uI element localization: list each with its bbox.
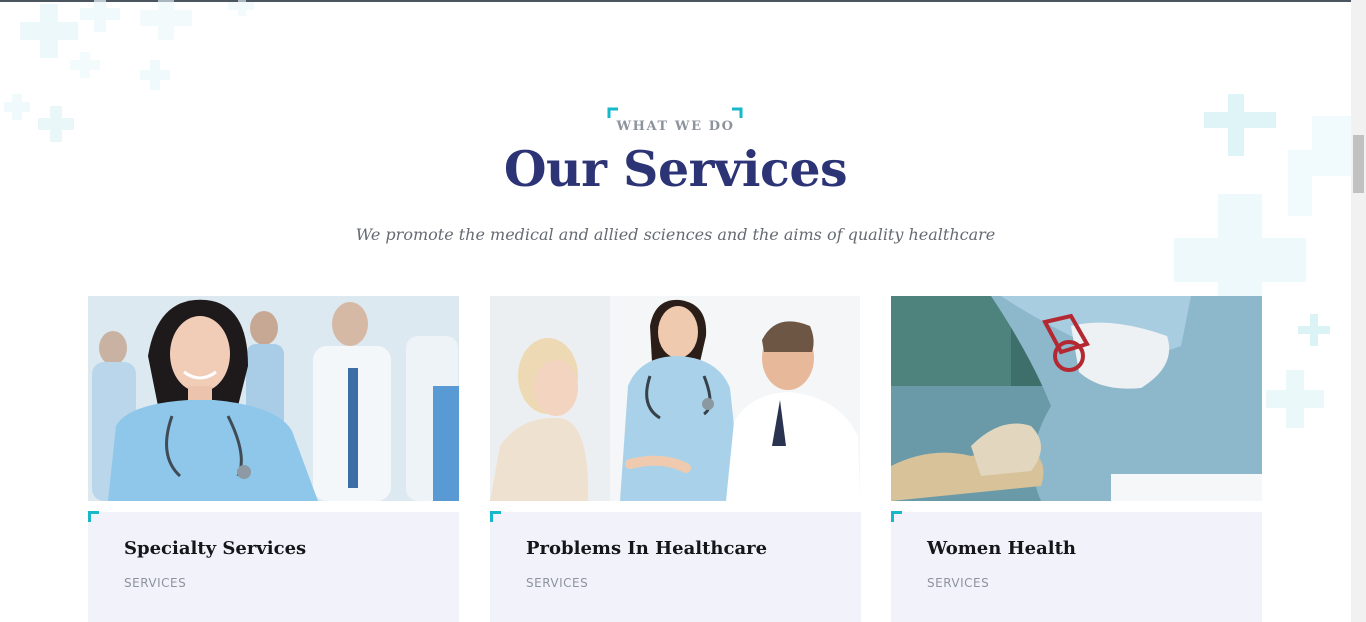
card-title[interactable]: Problems In Healthcare bbox=[526, 538, 767, 559]
section-eyebrow: WHAT WE DO bbox=[616, 119, 735, 134]
card-category[interactable]: SERVICES bbox=[927, 576, 989, 590]
page-scrollbar[interactable] bbox=[1351, 0, 1366, 622]
section-subtitle: We promote the medical and allied scienc… bbox=[355, 225, 996, 244]
medical-cross-decor-left bbox=[4, 0, 254, 142]
smiling-nurse-with-staff-photo[interactable] bbox=[88, 296, 459, 501]
card-body: Problems In Healthcare SERVICES bbox=[490, 511, 861, 622]
surgeon-operating-photo[interactable] bbox=[891, 296, 1262, 501]
section-title: Our Services bbox=[503, 140, 848, 198]
card-body: Specialty Services SERVICES bbox=[88, 511, 459, 622]
card-title[interactable]: Specialty Services bbox=[124, 538, 306, 559]
service-card-women-health[interactable]: Women Health SERVICES bbox=[891, 296, 1262, 622]
service-card-specialty[interactable]: Specialty Services SERVICES bbox=[88, 296, 459, 622]
card-body: Women Health SERVICES bbox=[891, 511, 1262, 622]
service-card-problems[interactable]: Problems In Healthcare SERVICES bbox=[490, 296, 861, 622]
doctors-consulting-patient-photo[interactable] bbox=[490, 296, 861, 501]
scrollbar-thumb[interactable] bbox=[1353, 135, 1364, 193]
card-corner-accent bbox=[891, 511, 902, 522]
card-category[interactable]: SERVICES bbox=[124, 576, 186, 590]
card-corner-accent bbox=[490, 511, 501, 522]
card-corner-accent bbox=[88, 511, 99, 522]
card-title[interactable]: Women Health bbox=[927, 538, 1076, 559]
card-category[interactable]: SERVICES bbox=[526, 576, 588, 590]
